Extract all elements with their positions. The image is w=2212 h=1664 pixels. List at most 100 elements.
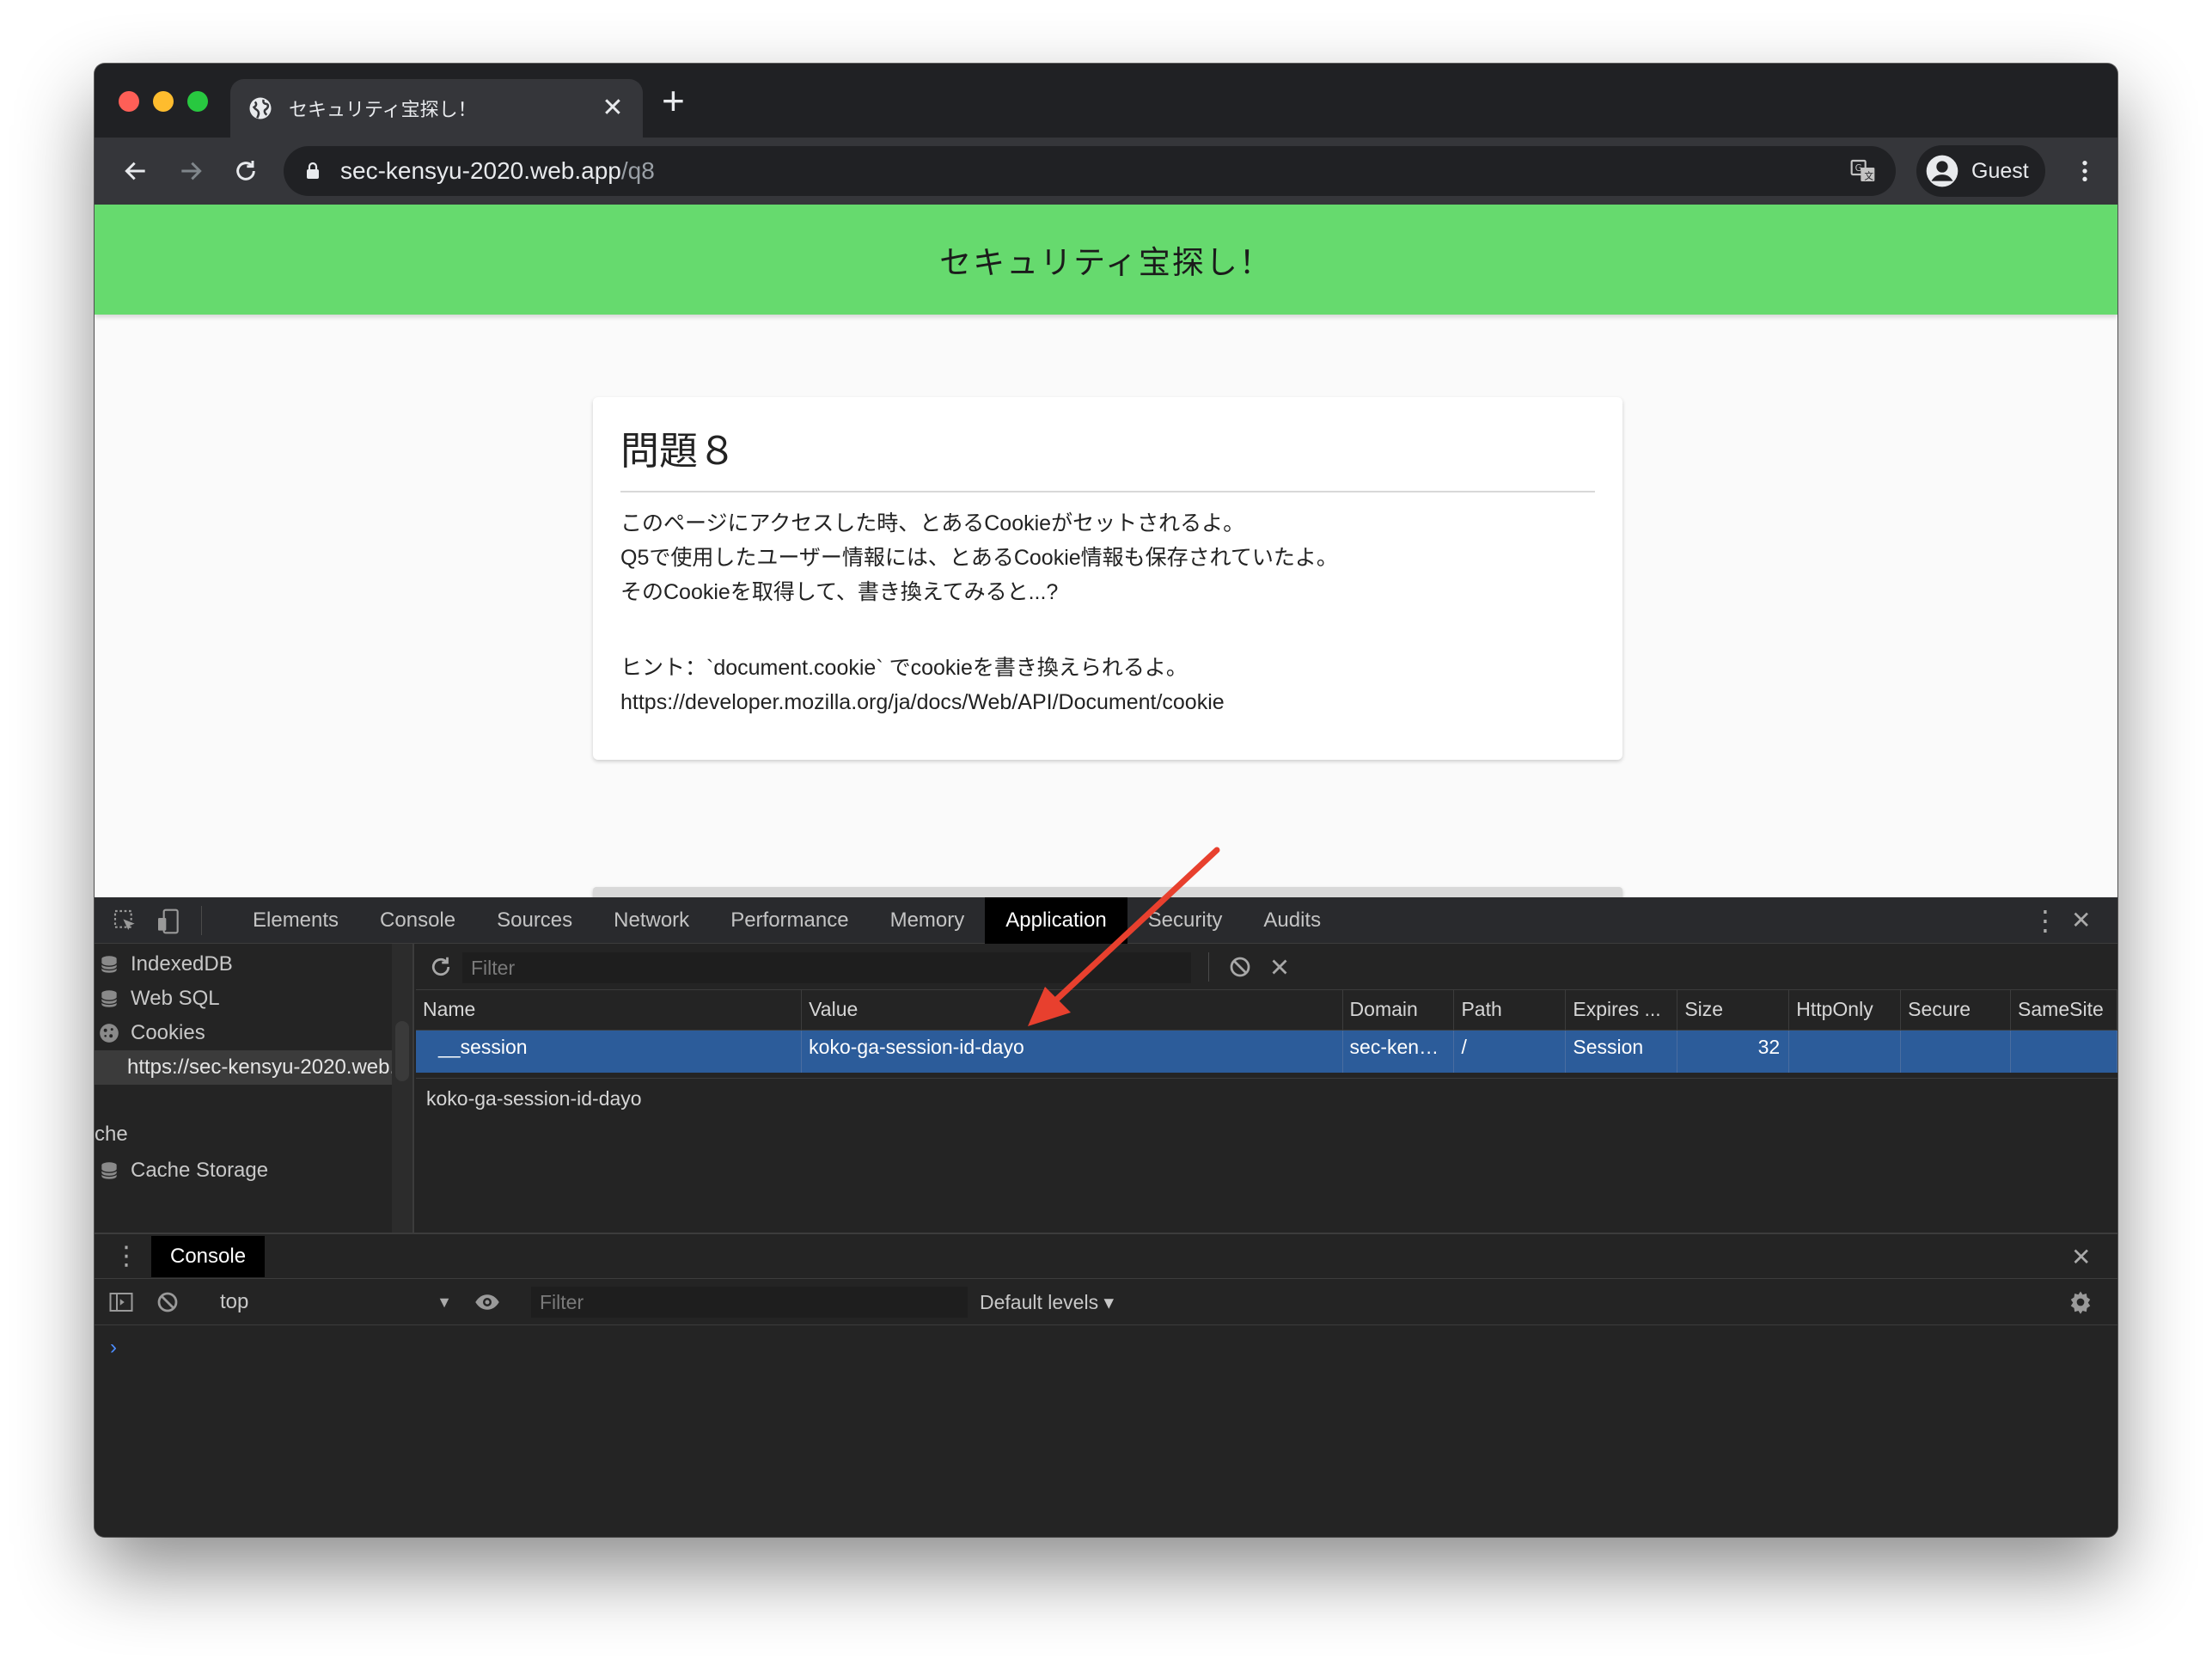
refresh-icon[interactable] <box>428 954 454 980</box>
cookies-filter-input[interactable]: Filter <box>462 952 1191 983</box>
table-row-filler <box>416 1064 2117 1073</box>
new-tab-button[interactable]: + <box>662 81 685 120</box>
question-title: 問題８ <box>620 419 1595 492</box>
cookie-path-cell[interactable]: / <box>1453 1030 1567 1064</box>
tab-memory[interactable]: Memory <box>870 897 986 944</box>
reload-icon[interactable] <box>225 150 266 192</box>
column-header-path[interactable]: Path <box>1453 990 1567 1031</box>
address-bar[interactable]: sec-kensyu-2020.web.app/q8 G 文 <box>284 146 1896 196</box>
application-sidebar: IndexedDB Web SQL Cookies https://sec-ke… <box>95 944 414 1233</box>
column-header-size[interactable]: Size <box>1677 990 1790 1031</box>
gear-icon[interactable] <box>2068 1289 2093 1315</box>
sidebar-item-label: Cookies <box>131 1021 205 1044</box>
back-button[interactable]: 戻る <box>593 887 1622 897</box>
question-body: このページにアクセスした時、とあるCookieがセットされるよ。 Q5で使用した… <box>620 506 1595 719</box>
cookie-name-cell[interactable]: __session <box>416 1030 803 1064</box>
translate-icon[interactable]: G 文 <box>1849 157 1877 185</box>
browser-toolbar: sec-kensyu-2020.web.app/q8 G 文 Guest <box>95 138 2117 205</box>
web-page: セキュリティ宝探し！ 問題８ このページにアクセスした時、とあるCookieがセ… <box>95 205 2117 897</box>
console-filter-input[interactable]: Filter <box>531 1287 968 1318</box>
column-header-httponly[interactable]: HttpOnly <box>1788 990 1902 1031</box>
clear-console-icon[interactable] <box>155 1289 180 1315</box>
cookie-size-cell[interactable]: 32 <box>1677 1030 1790 1064</box>
site-header: セキュリティ宝探し！ <box>95 205 2117 315</box>
svg-text:文: 文 <box>1864 170 1873 181</box>
context-label: top <box>220 1290 249 1313</box>
sidebar-item-cache-storage[interactable]: Cache Storage <box>98 1153 268 1188</box>
tab-performance[interactable]: Performance <box>710 897 869 944</box>
column-header-expires[interactable]: Expires ... <box>1565 990 1678 1031</box>
tab-audits[interactable]: Audits <box>1243 897 1341 944</box>
sidebar-item-cookies[interactable]: Cookies <box>98 1016 205 1050</box>
profile-button[interactable]: Guest <box>1916 145 2045 197</box>
minimize-window-button[interactable] <box>153 91 174 112</box>
sidebar-item-cookie-origin[interactable]: https://sec-kensyu-2020.web.app <box>95 1050 412 1085</box>
close-window-button[interactable] <box>119 91 139 112</box>
cookie-expires-cell[interactable]: Session <box>1565 1030 1678 1064</box>
back-arrow-icon[interactable] <box>115 150 156 192</box>
drawer-tab-console[interactable]: Console <box>151 1236 266 1277</box>
inspect-element-icon[interactable] <box>112 908 139 935</box>
forward-arrow-icon[interactable] <box>170 150 211 192</box>
column-header-name[interactable]: Name <box>416 990 803 1031</box>
context-selector[interactable]: top ▼ <box>220 1279 452 1325</box>
sidebar-scrollbar[interactable] <box>392 944 412 1233</box>
browser-menu-icon[interactable] <box>2064 150 2105 192</box>
database-icon <box>101 990 118 1007</box>
column-header-secure[interactable]: Secure <box>1900 990 2012 1031</box>
svg-text:G: G <box>1855 162 1862 174</box>
column-header-samesite[interactable]: SameSite <box>2010 990 2117 1031</box>
cookie-domain-cell[interactable]: sec-ken… <box>1342 1030 1455 1064</box>
drawer-close-icon[interactable]: ✕ <box>2071 1243 2091 1271</box>
cookies-toolbar: Filter <box>416 944 2117 990</box>
hint-text: ヒント：`document.cookie` でcookieを書き換えられるよ。 <box>620 656 1188 680</box>
column-header-domain[interactable]: Domain <box>1342 990 1455 1031</box>
eye-icon[interactable] <box>473 1289 502 1315</box>
tab-network[interactable]: Network <box>593 897 710 944</box>
clear-all-icon[interactable] <box>1227 954 1253 980</box>
tab-strip: セキュリティ宝探し！ ✕ + <box>95 64 2117 138</box>
sidebar-item-label: Cache Storage <box>131 1159 269 1182</box>
maximize-window-button[interactable] <box>187 91 208 112</box>
cookie-samesite-cell[interactable] <box>2010 1030 2117 1064</box>
profile-avatar-icon <box>1926 155 1958 187</box>
site-title: セキュリティ宝探し！ <box>939 245 1273 280</box>
table-row[interactable]: __session koko-ga-session-id-dayo sec-ke… <box>416 1030 2117 1064</box>
sidebar-item-websql[interactable]: Web SQL <box>98 982 220 1016</box>
drawer-menu-icon[interactable]: ⋮ <box>113 1241 139 1271</box>
browser-window: セキュリティ宝探し！ ✕ + sec-kensyu-2020.web.app/q… <box>95 64 2117 1537</box>
devtools-panel: Elements Console Sources Network Perform… <box>95 897 2117 1537</box>
url-host: sec-kensyu-2020.web.app <box>340 157 621 184</box>
sidebar-item-indexeddb[interactable]: IndexedDB <box>98 947 233 982</box>
question-line: Q5で使用したユーザー情報には、とあるCookie情報も保存されていたよ。 <box>620 546 1338 570</box>
tab-security[interactable]: Security <box>1127 897 1243 944</box>
column-header-value[interactable]: Value <box>801 990 1343 1031</box>
database-icon <box>101 956 118 973</box>
cookie-value-cell[interactable]: koko-ga-session-id-dayo <box>801 1030 1343 1064</box>
cookies-header-row: Name Value Domain Path Expires ... Size … <box>416 990 2117 1031</box>
sidebar-item-label: Web SQL <box>131 987 220 1010</box>
devtools-close-icon[interactable]: ✕ <box>2071 906 2091 935</box>
question-line: このページにアクセスした時、とあるCookieがセットされるよ。 <box>620 511 1245 535</box>
cookie-secure-cell[interactable] <box>1900 1030 2012 1064</box>
devtools-menu-icon[interactable]: ⋮ <box>2032 906 2059 935</box>
log-levels-dropdown[interactable]: Default levels ▾ <box>980 1279 1114 1325</box>
sidebar-toggle-icon[interactable] <box>108 1289 134 1315</box>
device-toggle-icon[interactable] <box>155 908 182 935</box>
console-prompt[interactable]: › <box>110 1336 117 1360</box>
tab-close-icon[interactable]: ✕ <box>600 95 626 121</box>
console-drawer: ⋮ Console ✕ top ▼ Filter Default levels … <box>95 1233 2117 1537</box>
sidebar-section-cache: che <box>95 1123 128 1146</box>
lock-icon[interactable] <box>302 161 323 181</box>
cookie-httponly-cell[interactable] <box>1788 1030 1902 1064</box>
devtools-tabs: Elements Console Sources Network Perform… <box>232 897 1341 944</box>
delete-selected-icon[interactable] <box>1267 954 1292 980</box>
cookie-value-preview: koko-ga-session-id-dayo <box>416 1078 2117 1233</box>
tab-application[interactable]: Application <box>985 897 1127 944</box>
browser-tab-active[interactable]: セキュリティ宝探し！ ✕ <box>230 79 643 138</box>
tab-console[interactable]: Console <box>359 897 476 944</box>
tab-elements[interactable]: Elements <box>232 897 359 944</box>
hint-link[interactable]: https://developer.mozilla.org/ja/docs/We… <box>620 685 1595 719</box>
url-path: /q8 <box>620 157 655 184</box>
tab-sources[interactable]: Sources <box>476 897 593 944</box>
